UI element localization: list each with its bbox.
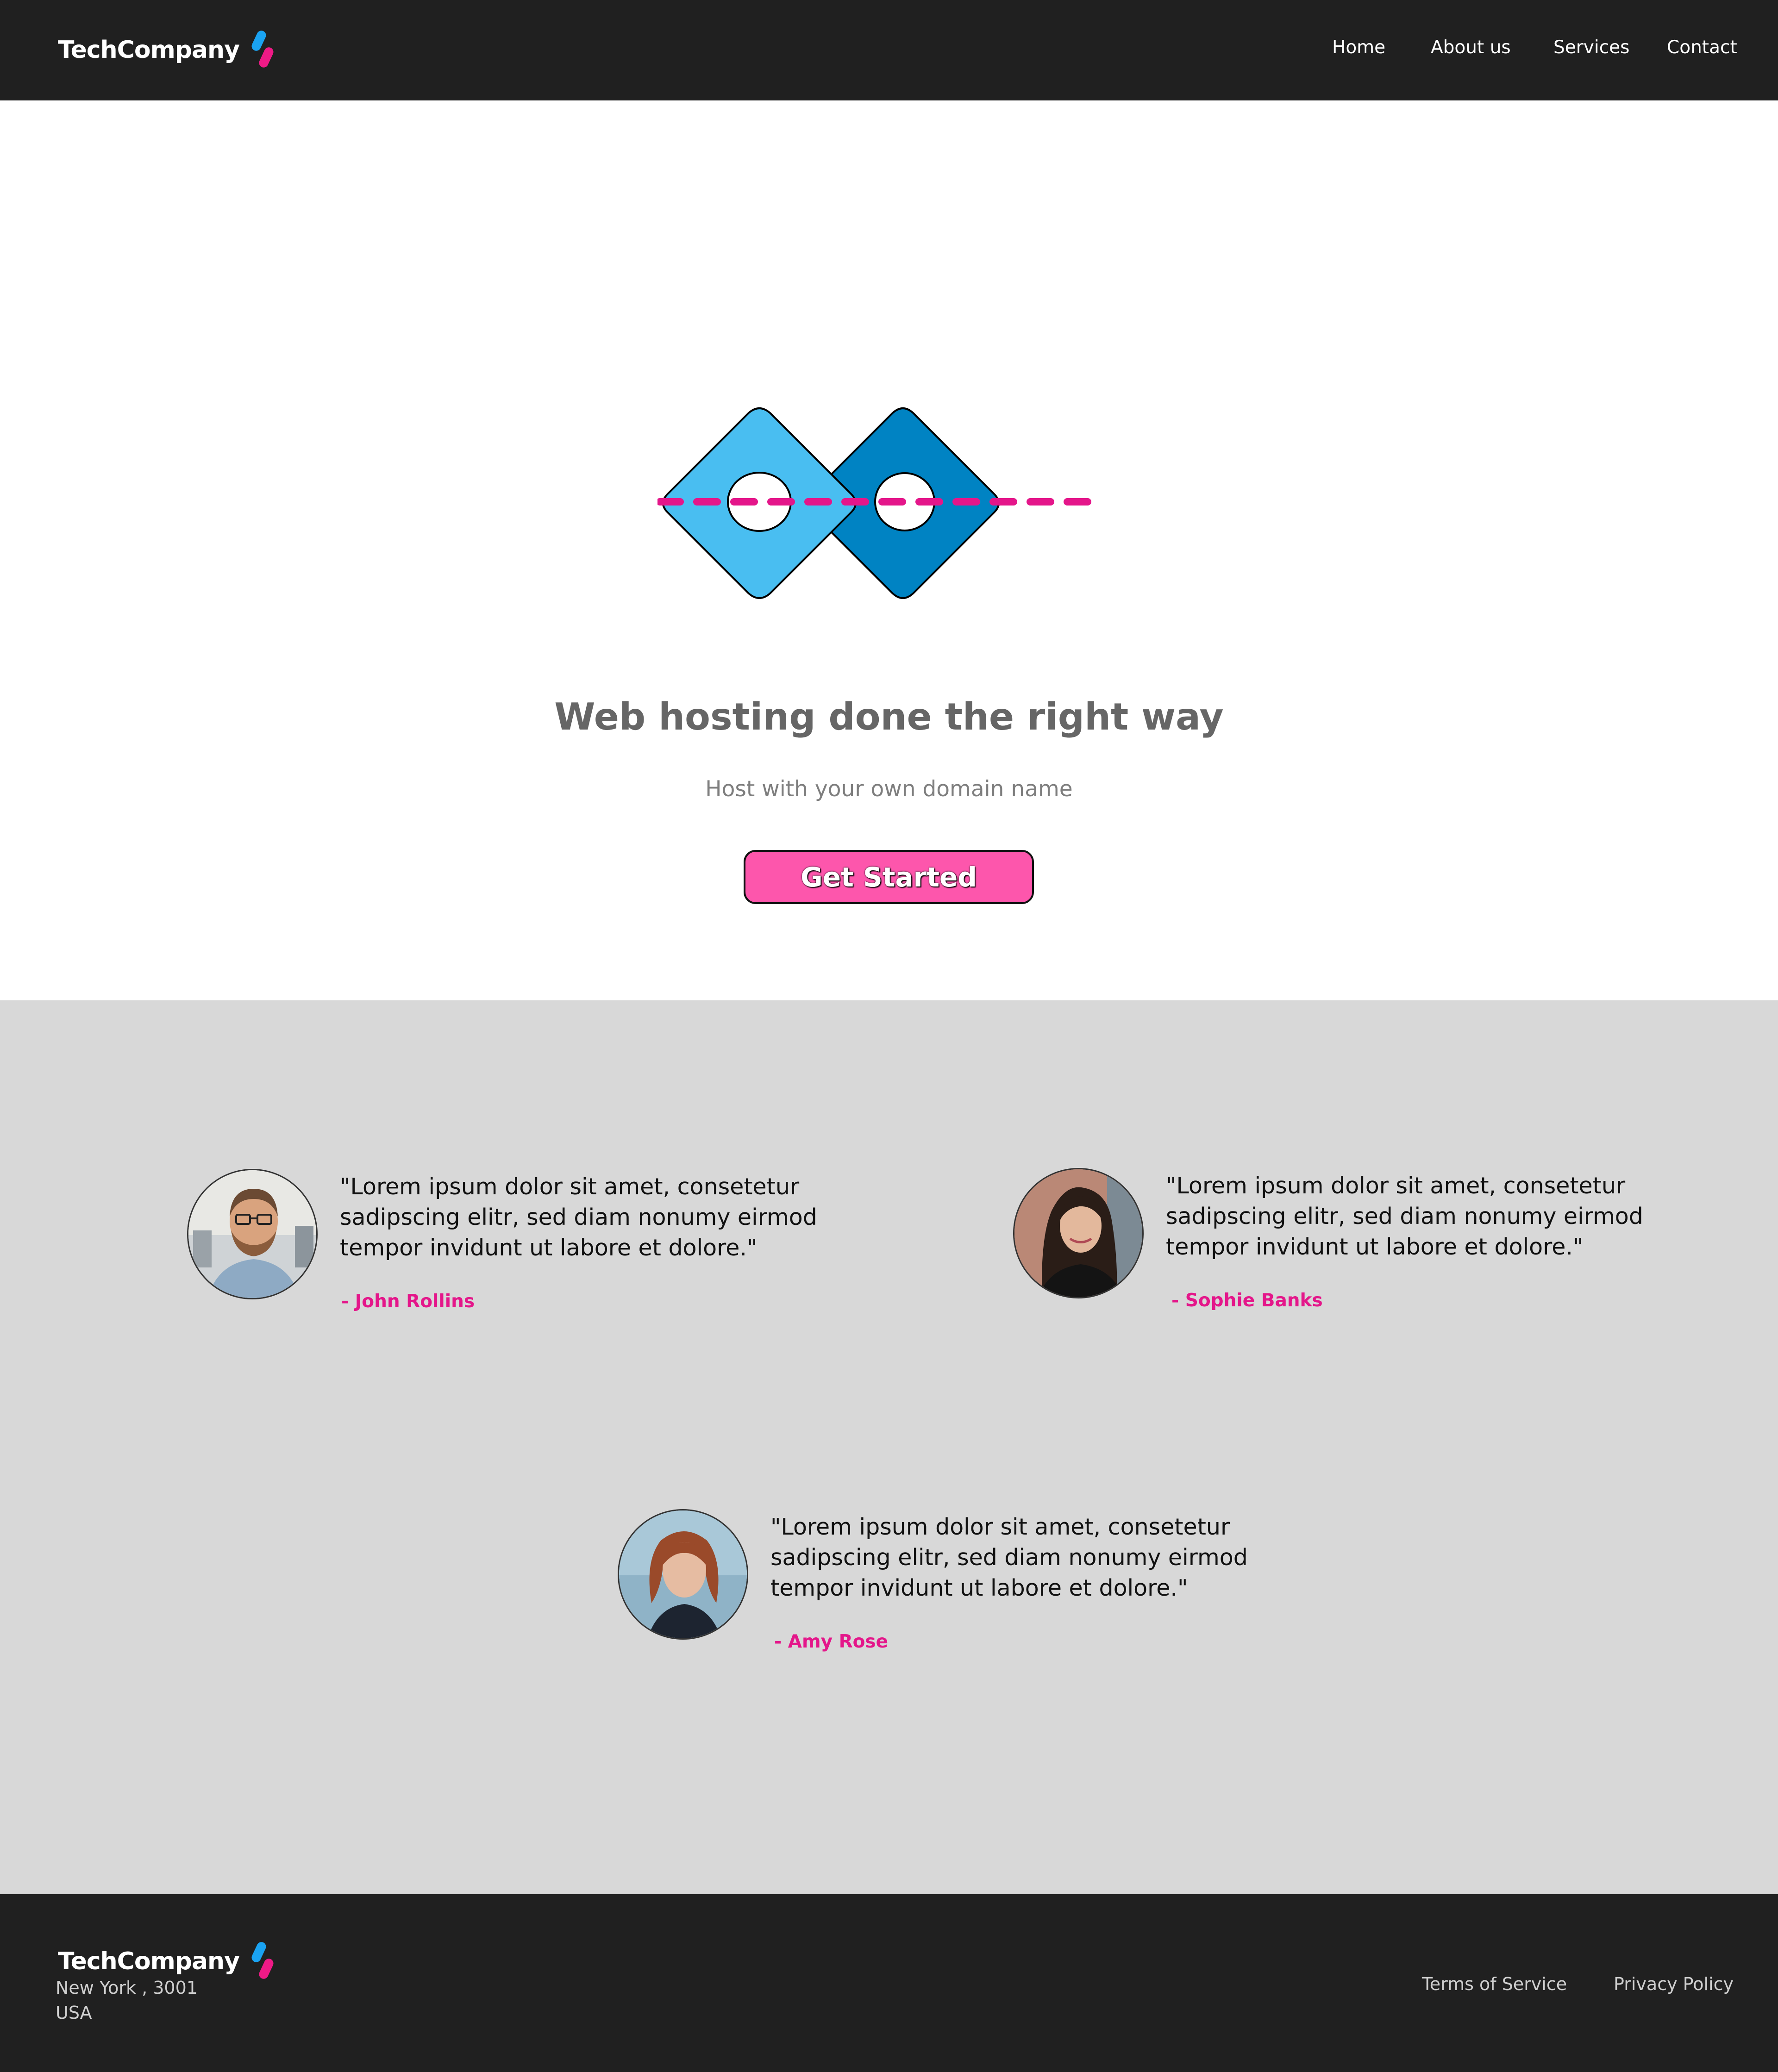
nav-contact[interactable]: Contact xyxy=(1667,37,1737,58)
avatar-sophie-banks xyxy=(1013,1168,1144,1298)
site-header: TechCompany Home About us Services Conta… xyxy=(0,0,1778,100)
testimonial-quote: "Lorem ipsum dolor sit amet, consetetur … xyxy=(340,1173,817,1261)
testimonial-author: - Amy Rose xyxy=(774,1631,889,1652)
testimonial-quote: "Lorem ipsum dolor sit amet, consetetur … xyxy=(1166,1173,1643,1260)
testimonial-card: "Lorem ipsum dolor sit amet, consetetur … xyxy=(187,1169,835,1317)
site-footer: TechCompany New York , 3001 USA Terms of… xyxy=(0,1894,1778,2072)
address-line1: New York , 3001 xyxy=(56,1978,198,1998)
terms-of-service-link[interactable]: Terms of Service xyxy=(1422,1974,1567,1994)
testimonial-card: "Lorem ipsum dolor sit amet, consetetur … xyxy=(1013,1168,1661,1316)
main-nav: Home About us Services Contact xyxy=(0,37,1778,65)
nav-services[interactable]: Services xyxy=(1553,37,1629,58)
brand-name: TechCompany xyxy=(58,1947,240,1975)
nav-home[interactable]: Home xyxy=(1332,37,1385,58)
hero-title: Web hosting done the right way xyxy=(554,695,1224,738)
hero-subtitle: Host with your own domain name xyxy=(705,776,1073,802)
testimonial-quote: "Lorem ipsum dolor sit amet, consetetur … xyxy=(770,1514,1248,1601)
privacy-policy-link[interactable]: Privacy Policy xyxy=(1614,1974,1734,1994)
address-line2: USA xyxy=(56,2003,92,2023)
nav-about-us[interactable]: About us xyxy=(1431,37,1511,58)
get-started-button[interactable]: Get Started xyxy=(744,850,1034,904)
hero-section: Web hosting done the right way Host with… xyxy=(0,100,1778,1000)
testimonial-author: - Sophie Banks xyxy=(1171,1290,1323,1311)
avatar-amy-rose xyxy=(618,1509,748,1640)
testimonial-card: "Lorem ipsum dolor sit amet, consetetur … xyxy=(618,1509,1266,1657)
avatar-john-rollins xyxy=(187,1169,318,1299)
linked-diamonds-illustration xyxy=(657,407,1102,599)
brand-logo-icon xyxy=(251,1942,274,1979)
testimonials-section: "Lorem ipsum dolor sit amet, consetetur … xyxy=(0,1000,1778,1894)
testimonial-author: - John Rollins xyxy=(341,1291,475,1312)
